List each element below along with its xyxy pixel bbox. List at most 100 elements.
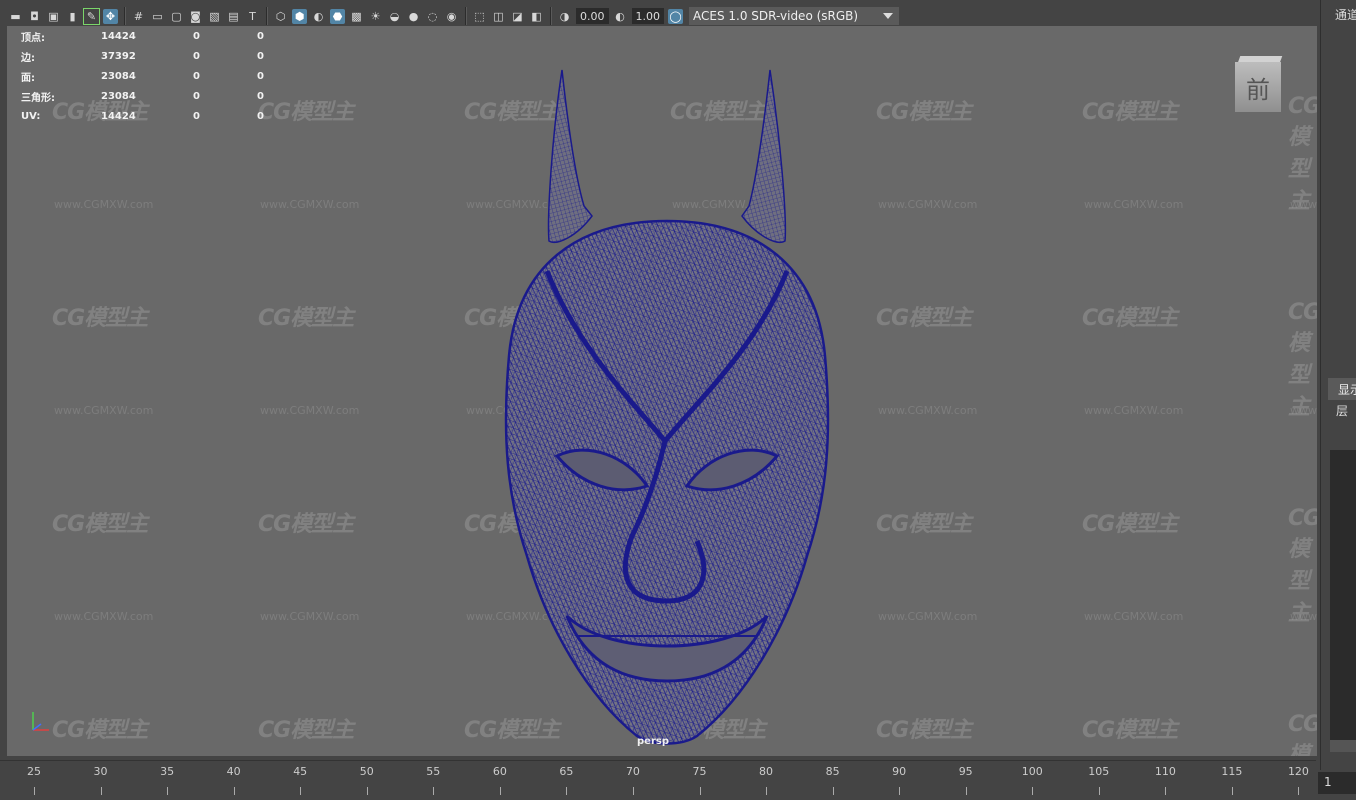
current-frame-field[interactable]: 1: [1318, 772, 1356, 794]
safe-title-icon[interactable]: T: [245, 9, 260, 24]
frame-tick-label: 40: [226, 765, 241, 778]
chevron-down-icon: [883, 13, 893, 19]
hud-row: 三角形: 23084 0 0: [21, 86, 291, 106]
frame-tick: [699, 787, 701, 795]
watermark-url: www.CGMXW.com: [260, 404, 360, 417]
channel-box-tab[interactable]: 通道: [1335, 6, 1356, 23]
textured-icon[interactable]: ▩: [349, 9, 364, 24]
frame-tick-label: 70: [625, 765, 640, 778]
use-all-lights-icon[interactable]: ☀: [368, 9, 383, 24]
watermark-url: www.CGMXW.com: [1084, 610, 1184, 623]
hud-row: 顶点: 14424 0 0: [21, 26, 291, 46]
hud-selected: 0: [193, 90, 200, 102]
isolate-select-icon[interactable]: ⬚: [472, 9, 487, 24]
hud-selected: 0: [193, 70, 200, 82]
2d-pan-zoom-icon[interactable]: ✥: [103, 8, 118, 24]
display-tab[interactable]: 显示: [1328, 378, 1356, 400]
bookmarks-icon[interactable]: ▣: [46, 9, 61, 24]
watermark-logo: CG模型主: [876, 512, 972, 537]
axis-gizmo-icon: [32, 712, 49, 731]
shadows-icon[interactable]: ◒: [387, 9, 402, 24]
hud-selected: 0: [193, 30, 200, 42]
frame-tick-label: 120: [1287, 765, 1309, 778]
wireframe-icon[interactable]: ⬡: [273, 9, 288, 24]
field-chart-icon[interactable]: ▧: [207, 9, 222, 24]
watermark-url: www.CGMXW.com: [1290, 404, 1317, 417]
frame-tick-label: 75: [692, 765, 707, 778]
frame-tick-label: 110: [1154, 765, 1176, 778]
image-plane-icon[interactable]: ▮: [65, 9, 80, 24]
wireframe-mask-mesh[interactable]: [457, 56, 877, 756]
grease-pencil-icon[interactable]: ✎: [83, 7, 100, 25]
frame-tick-label: 45: [293, 765, 308, 778]
watermark-logo: CG模型主: [52, 718, 148, 743]
screen-space-ao-icon[interactable]: ●: [406, 9, 421, 24]
frame-tick: [1098, 787, 1100, 795]
watermark-url: www.CGMXW.com: [54, 404, 154, 417]
resolution-gate-icon[interactable]: ▢: [169, 9, 184, 24]
camera-attributes-icon[interactable]: ◘: [27, 9, 42, 24]
layer-label: 层: [1336, 404, 1349, 418]
motion-blur-icon[interactable]: ◌: [425, 9, 440, 24]
frame-tick-label: 55: [426, 765, 441, 778]
watermark-url: www.CGMXW.com: [1084, 404, 1184, 417]
frame-tick-label: 90: [892, 765, 907, 778]
exposure-icon[interactable]: ◑: [557, 9, 572, 24]
frame-tick: [499, 787, 501, 795]
hud-label: 边:: [21, 52, 35, 64]
frame-tick-label: 105: [1088, 765, 1110, 778]
view-cube-front[interactable]: 前: [1235, 62, 1281, 112]
camera-select-icon[interactable]: ▬: [8, 9, 23, 24]
frame-tick-label: 100: [1021, 765, 1043, 778]
frame-tick-label: 80: [759, 765, 774, 778]
watermark-logo: CG模型主: [52, 512, 148, 537]
hud-extra: 0: [257, 90, 264, 102]
camera-name-label: persp: [637, 736, 669, 747]
wireframe-on-shaded-icon[interactable]: ⬣: [330, 8, 345, 24]
gamma-icon[interactable]: ◐: [613, 9, 628, 24]
film-gate-icon[interactable]: ▭: [150, 9, 165, 24]
frame-tick-label: 35: [160, 765, 175, 778]
gate-mask-icon[interactable]: ◙: [188, 9, 203, 24]
watermark-logo: CG模型主: [876, 100, 972, 125]
frame-tick: [566, 787, 568, 795]
time-slider[interactable]: 25 30 35 40 45 50 55 60 65 70 75 80 85 90 95 100 105 110 1…: [0, 760, 1316, 800]
watermark-logo: CG模型主: [1288, 712, 1317, 756]
frame-tick: [1298, 787, 1300, 795]
watermark-logo: CG模型主: [258, 718, 354, 743]
hud-total: 37392: [101, 50, 136, 62]
smooth-shade-icon[interactable]: ⬢: [292, 8, 307, 24]
watermark-url: www.CGMXW.com: [260, 610, 360, 623]
default-material-icon[interactable]: ◐: [311, 9, 326, 24]
3d-viewport[interactable]: CG模型主 CG模型主 CG模型主 CG模型主 CG模型主 CG模型主 CG模型主 CG模型主…: [7, 26, 1317, 756]
watermark-url: www.CGMXW.com: [1290, 610, 1317, 623]
gamma-field[interactable]: 1.00: [631, 8, 664, 24]
backface-culling-icon[interactable]: ◧: [529, 9, 544, 24]
frame-tick-label: 95: [958, 765, 973, 778]
frame-tick: [899, 787, 901, 795]
color-management-icon[interactable]: ◯: [668, 8, 683, 24]
anti-aliasing-icon[interactable]: ◉: [444, 9, 459, 24]
color-management-dropdown[interactable]: ACES 1.0 SDR-video (sRGB): [689, 7, 899, 25]
frame-tick: [766, 787, 768, 795]
hud-total: 23084: [101, 70, 136, 82]
hud-label: 顶点:: [21, 32, 45, 44]
frame-tick: [167, 787, 169, 795]
layer-scrollbar[interactable]: [1330, 740, 1356, 752]
safe-action-icon[interactable]: ▤: [226, 9, 241, 24]
exposure-field[interactable]: 0.00: [576, 8, 609, 24]
hud-row: 边: 37392 0 0: [21, 46, 291, 66]
watermark-logo: CG模型主: [258, 306, 354, 331]
watermark-logo: CG模型主: [52, 306, 148, 331]
watermark-url: www.CGMXW.com: [54, 198, 154, 211]
layer-list[interactable]: [1330, 450, 1356, 740]
xray-icon[interactable]: ◫: [491, 9, 506, 24]
view-cube[interactable]: 前: [1233, 56, 1283, 114]
hud-extra: 0: [257, 110, 264, 122]
watermark-logo: CG模型主: [1082, 718, 1178, 743]
grid-icon[interactable]: #: [131, 9, 146, 24]
time-ruler[interactable]: 25 30 35 40 45 50 55 60 65 70 75 80 85 90 95 100 105 110 1…: [0, 761, 1316, 800]
xray-joints-icon[interactable]: ◪: [510, 9, 525, 24]
hud-extra: 0: [257, 70, 264, 82]
frame-tick: [233, 787, 235, 795]
